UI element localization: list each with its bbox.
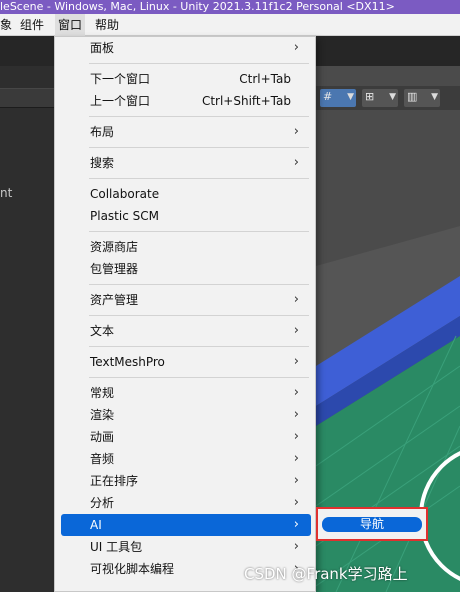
menu-item-previous-window[interactable]: 上一个窗口 Ctrl+Shift+Tab [61,90,311,112]
panel-tab-strip [0,36,60,66]
chevron-right-icon: › [293,40,299,55]
ai-submenu: 导航 [316,507,428,541]
chevron-right-icon: › [293,385,299,400]
menubar-item-window[interactable]: 窗口 [55,14,86,36]
chevron-right-icon: › [293,539,299,554]
menu-item-textmeshpro[interactable]: TextMeshPro › [61,351,311,373]
menu-item-ui-toolkit[interactable]: UI 工具包 › [61,536,311,558]
menubar-item-component[interactable]: 组件 [20,14,44,36]
menu-item-animation[interactable]: 动画 › [61,426,311,448]
chevron-down-icon: ▼ [347,92,354,102]
menu-item-general[interactable]: 常规 › [61,382,311,404]
window-title: leScene - Windows, Mac, Linux - Unity 20… [0,0,395,13]
scene-toolbar: # ▼ ⊞ ▼ ▥ ▼ [316,86,460,110]
truncated-label: nt [0,186,13,200]
chevron-right-icon: › [293,407,299,422]
chevron-right-icon: › [293,495,299,510]
menu-separator [89,346,309,347]
menubar-item-object[interactable]: 象 [0,14,12,36]
menu-item-asset-store[interactable]: 资源商店 [61,236,311,258]
menu-item-plastic-scm[interactable]: Plastic SCM [61,205,311,227]
menu-separator [89,315,309,316]
chevron-right-icon: › [293,155,299,170]
chevron-right-icon: › [293,451,299,466]
chevron-right-icon: › [293,429,299,444]
watermark: CSDN @Frank学习路上 [244,565,408,583]
chevron-right-icon: › [293,323,299,338]
menu-separator [89,231,309,232]
menu-item-ai[interactable]: AI › [61,514,311,536]
shortcut-label: Ctrl+Shift+Tab [201,94,291,108]
submenu-item-navigation[interactable]: 导航 [322,517,422,532]
menu-item-collaborate[interactable]: Collaborate [61,183,311,205]
menu-item-audio[interactable]: 音频 › [61,448,311,470]
grid-button[interactable]: ⊞ ▼ [362,89,398,107]
menu-separator [89,63,309,64]
menu-separator [89,377,309,378]
menu-item-panels[interactable]: 面板 › [61,37,311,59]
chevron-right-icon: › [293,517,299,532]
window-title-bar: leScene - Windows, Mac, Linux - Unity 20… [0,0,460,14]
shortcut-label: Ctrl+Tab [239,72,291,86]
menu-separator [89,284,309,285]
menu-separator [89,147,309,148]
menu-item-search[interactable]: 搜索 › [61,152,311,174]
menu-bar: 象 组件 窗口 帮助 [0,14,460,36]
menu-item-package-manager[interactable]: 包管理器 [61,258,311,280]
view-options-button[interactable]: ▥ ▼ [404,89,440,107]
menu-item-rendering[interactable]: 渲染 › [61,404,311,426]
chevron-right-icon: › [293,124,299,139]
grid-icon: ⊞ [365,90,375,103]
menubar-item-help[interactable]: 帮助 [95,14,119,36]
window-dropdown-menu: 面板 › 下一个窗口 Ctrl+Tab 上一个窗口 Ctrl+Shift+Tab… [54,36,316,592]
grid-snap-icon: # [323,90,333,103]
menu-item-analysis[interactable]: 分析 › [61,492,311,514]
menu-separator [89,116,309,117]
chevron-down-icon: ▼ [431,92,438,102]
menu-item-layouts[interactable]: 布局 › [61,121,311,143]
view-options-icon: ▥ [407,90,418,103]
menu-item-next-window[interactable]: 下一个窗口 Ctrl+Tab [61,68,311,90]
menu-item-asset-management[interactable]: 资产管理 › [61,289,311,311]
chevron-right-icon: › [293,473,299,488]
grid-snap-button[interactable]: # ▼ [320,89,356,107]
menu-separator [89,178,309,179]
panel-toolbar [0,88,60,108]
hierarchy-panel: nt [0,36,60,592]
chevron-right-icon: › [293,292,299,307]
menu-item-sequencing[interactable]: 正在排序 › [61,470,311,492]
menu-item-text[interactable]: 文本 › [61,320,311,342]
chevron-right-icon: › [293,354,299,369]
chevron-down-icon: ▼ [389,92,396,102]
